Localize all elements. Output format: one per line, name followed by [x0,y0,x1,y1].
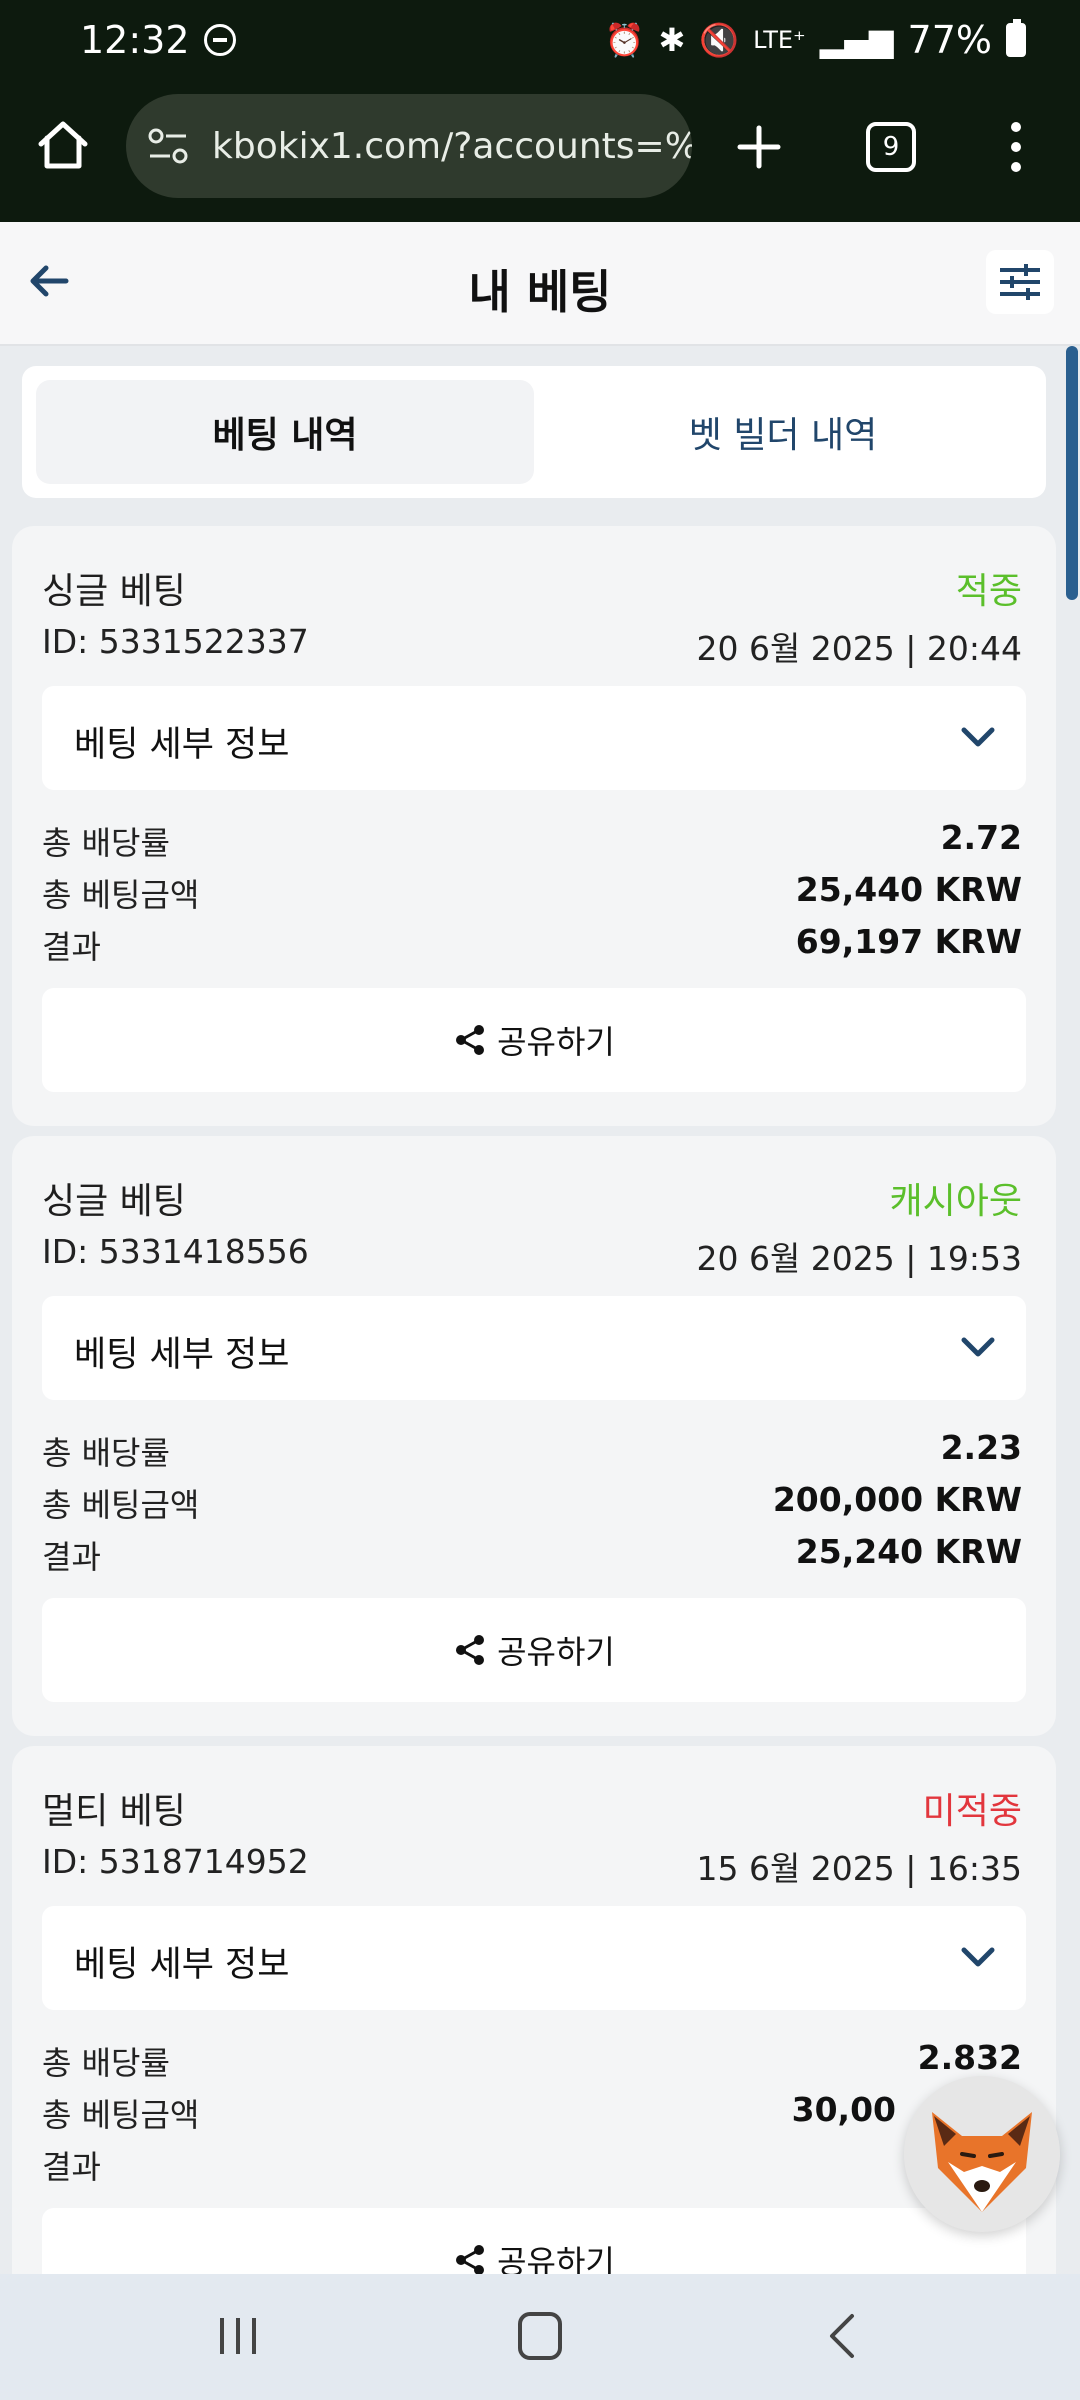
bet-id: ID: 5331522337 [42,622,309,661]
total-odds-value: 2.72 [940,818,1022,857]
signal-icon: ▂▄▆ [819,21,894,59]
browser-toolbar: kbokix1.com/?accounts=%2 9 [0,84,1080,222]
history-tabs: 베팅 내역 벳 빌더 내역 [22,366,1046,498]
chevron-down-icon [961,727,995,747]
tab-bet-builder-history[interactable]: 벳 빌더 내역 [534,380,1032,484]
chevron-down-icon [961,1947,995,1967]
page-header: 내 베팅 [0,222,1080,346]
total-odds-label: 총 배당률 [42,2044,170,2082]
bet-status: 캐시아웃 [889,1181,1022,1222]
bet-type: 싱글 베팅 [42,1181,186,1222]
system-nav-bar [0,2274,1080,2400]
bet-details-toggle[interactable]: 베팅 세부 정보 [42,1296,1026,1400]
browser-menu-icon[interactable] [1006,122,1026,172]
bluetooth-icon: ✱ [658,21,686,59]
share-icon [456,1025,485,1055]
do-not-disturb-icon [203,24,236,56]
bet-details-toggle[interactable]: 베팅 세부 정보 [42,1906,1026,2010]
share-label: 공유하기 [497,1633,615,1671]
bet-status: 적중 [955,571,1022,612]
bet-id: ID: 5331418556 [42,1232,309,1271]
details-label: 베팅 세부 정보 [74,725,290,765]
share-button[interactable]: 공유하기 [42,1598,1026,1702]
back-nav-icon[interactable] [820,2312,864,2360]
details-label: 베팅 세부 정보 [74,1945,290,1985]
clock: 12:32 [80,18,190,62]
bet-card: 싱글 베팅 적중 ID: 5331522337 20 6월 2025 | 20:… [12,526,1056,1126]
result-label: 결과 [42,2148,101,2186]
total-odds-label: 총 배당률 [42,1434,170,1472]
battery-icon [1006,19,1026,57]
tab-switcher-button[interactable]: 9 [866,122,916,172]
total-odds-value: 2.23 [940,1428,1022,1467]
lte-icon: LTE⁺ [753,26,806,54]
bet-date: 15 6월 2025 | 16:35 [696,1849,1022,1888]
total-stake-value: 200,000 KRW [772,1480,1022,1519]
bet-type: 멀티 베팅 [42,1791,186,1832]
address-bar[interactable]: kbokix1.com/?accounts=%2 [126,94,692,198]
total-stake-value: 25,440 KRW [795,870,1022,909]
sliders-icon [1000,264,1040,300]
result-value: 25,240 KRW [795,1532,1022,1571]
share-label: 공유하기 [497,1023,615,1061]
bet-status: 미적중 [922,1791,1022,1832]
result-label: 결과 [42,928,101,966]
status-time: 12:32 [80,18,236,62]
bet-date: 20 6월 2025 | 19:53 [696,1239,1022,1278]
filter-button[interactable] [986,250,1054,314]
page-title: 내 베팅 [468,265,612,319]
alarm-icon: ⏰ [604,21,645,59]
total-odds-value: 2.832 [917,2038,1022,2077]
share-button[interactable]: 공유하기 [42,988,1026,1092]
url-text[interactable]: kbokix1.com/?accounts=%2 [212,126,692,167]
fox-assistant-button[interactable] [904,2076,1060,2232]
result-label: 결과 [42,1538,101,1576]
battery-text: 77% [907,18,992,62]
mute-icon: 🔇 [699,21,740,59]
bet-card: 멀티 베팅 미적중 ID: 5318714952 15 6월 2025 | 16… [12,1746,1056,2346]
details-label: 베팅 세부 정보 [74,1335,290,1375]
total-stake-value: 30,00 [791,2090,896,2129]
total-stake-label: 총 베팅금액 [42,876,200,914]
home-icon[interactable] [36,118,90,172]
tab-bet-history[interactable]: 베팅 내역 [36,380,534,484]
bet-id: ID: 5318714952 [42,1842,309,1881]
bet-date: 20 6월 2025 | 20:44 [696,629,1022,668]
total-stake-label: 총 베팅금액 [42,2096,200,2134]
share-icon [456,1635,485,1665]
chevron-down-icon [961,1337,995,1357]
status-indicators: ⏰ ✱ 🔇 LTE⁺ ▂▄▆ 77% [605,18,1026,62]
bet-card: 싱글 베팅 캐시아웃 ID: 5331418556 20 6월 2025 | 1… [12,1136,1056,1736]
home-nav-icon[interactable] [518,2312,562,2360]
recent-apps-icon[interactable] [216,2314,260,2358]
result-value: 69,197 KRW [795,922,1022,961]
site-settings-icon[interactable] [146,124,190,168]
status-bar: 12:32 ⏰ ✱ 🔇 LTE⁺ ▂▄▆ 77% [0,0,1080,84]
total-odds-label: 총 배당률 [42,824,170,862]
bet-type: 싱글 베팅 [42,571,186,612]
new-tab-icon[interactable] [734,122,784,172]
bet-details-toggle[interactable]: 베팅 세부 정보 [42,686,1026,790]
fox-icon [904,2076,1060,2232]
total-stake-label: 총 베팅금액 [42,1486,200,1524]
scrollbar[interactable] [1066,346,1078,600]
share-icon [456,2245,485,2275]
